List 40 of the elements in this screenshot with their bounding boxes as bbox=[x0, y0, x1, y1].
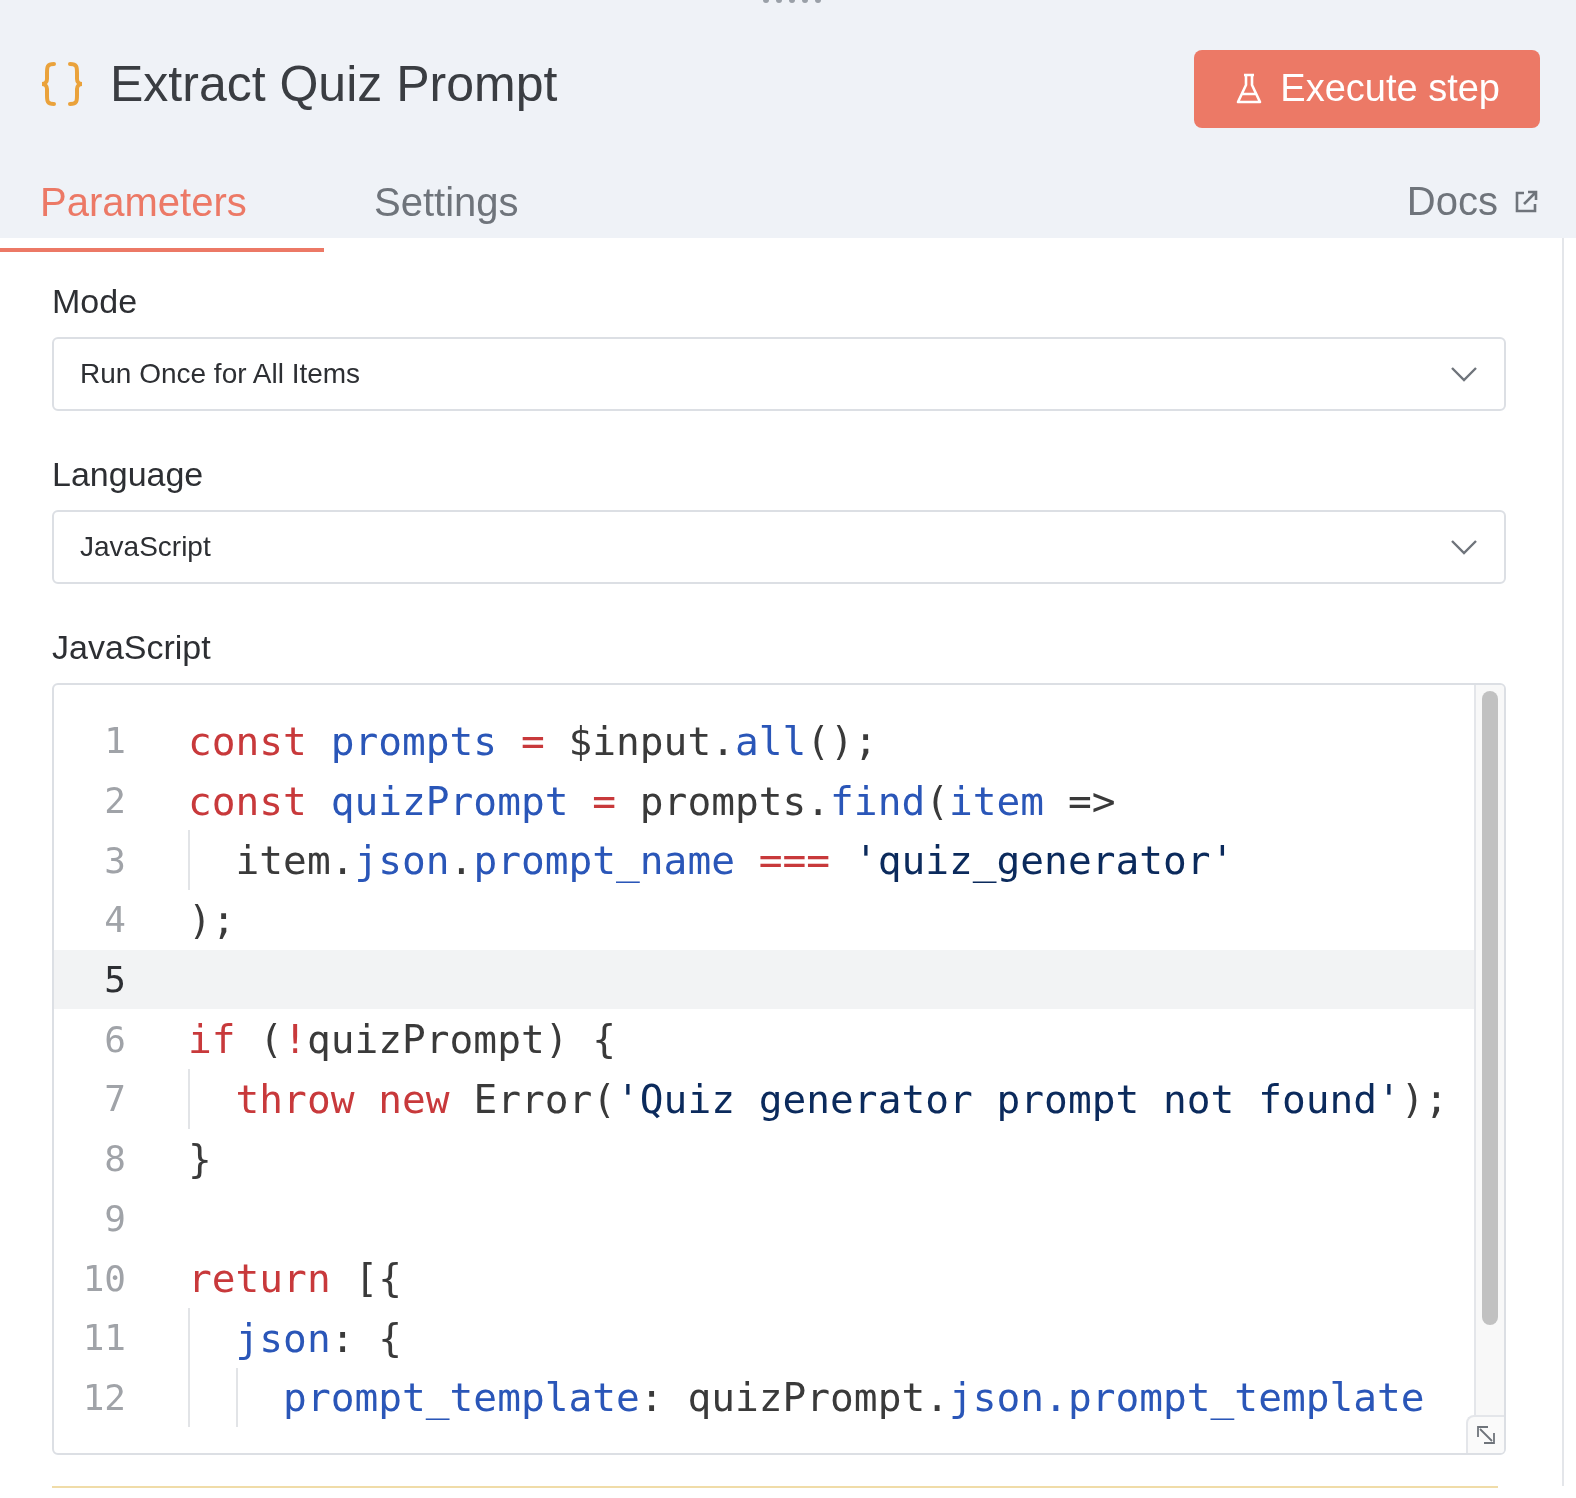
line-number: 12 bbox=[81, 1376, 127, 1418]
line-number: 7 bbox=[103, 1078, 127, 1120]
code-line: } bbox=[188, 1134, 212, 1183]
field-label: JavaScript bbox=[52, 628, 212, 667]
chevron-down-icon bbox=[1450, 539, 1478, 555]
scrollbar-thumb[interactable] bbox=[1482, 691, 1498, 1325]
line-number: 9 bbox=[103, 1197, 127, 1239]
docs-link[interactable]: Docs bbox=[1406, 179, 1540, 238]
code-line: return [{ bbox=[188, 1254, 403, 1303]
resize-handle[interactable] bbox=[1466, 1415, 1504, 1453]
line-number: 10 bbox=[81, 1257, 127, 1299]
code-editor[interactable] bbox=[52, 683, 1506, 1455]
code-line: prompt_template: quizPrompt.json.prompt_template bbox=[282, 1373, 1425, 1422]
line-number: 6 bbox=[103, 1018, 127, 1060]
code-line: json: { bbox=[234, 1313, 403, 1362]
code-line: const quizPrompt = prompts.find(item => bbox=[188, 776, 1116, 825]
code-line: throw new Error('Quiz generator prompt not found'); bbox=[234, 1074, 1449, 1123]
resize-icon bbox=[1476, 1425, 1496, 1445]
tab[interactable]: Parameters bbox=[0, 170, 324, 252]
line-number: 2 bbox=[103, 780, 127, 822]
flask-icon bbox=[1236, 72, 1263, 105]
dropdown-field[interactable]: Run Once for All Items bbox=[52, 337, 1506, 411]
dropdown-field[interactable]: JavaScript bbox=[52, 510, 1506, 584]
field-label: Language bbox=[52, 455, 205, 494]
code-line: ); bbox=[188, 895, 236, 944]
line-number: 11 bbox=[81, 1317, 127, 1359]
line-number: 3 bbox=[103, 839, 127, 881]
node-title: Extract Quiz Prompt bbox=[110, 54, 558, 113]
execute-step-button[interactable]: Execute step bbox=[1194, 49, 1540, 128]
code-line: item.json.prompt_name === 'quiz_generator' bbox=[234, 836, 1235, 885]
chevron-down-icon bbox=[1450, 366, 1478, 382]
line-number: 5 bbox=[103, 959, 127, 1001]
field-label: Mode bbox=[52, 282, 139, 321]
line-number: 4 bbox=[103, 899, 127, 941]
braces-icon bbox=[40, 60, 84, 107]
tab[interactable]: Settings bbox=[334, 170, 559, 252]
code-line: if (!quizPrompt) { bbox=[188, 1015, 617, 1064]
line-number: 8 bbox=[103, 1138, 127, 1180]
code-line: const prompts = $input.all(); bbox=[188, 716, 878, 765]
line-number: 1 bbox=[103, 720, 127, 762]
